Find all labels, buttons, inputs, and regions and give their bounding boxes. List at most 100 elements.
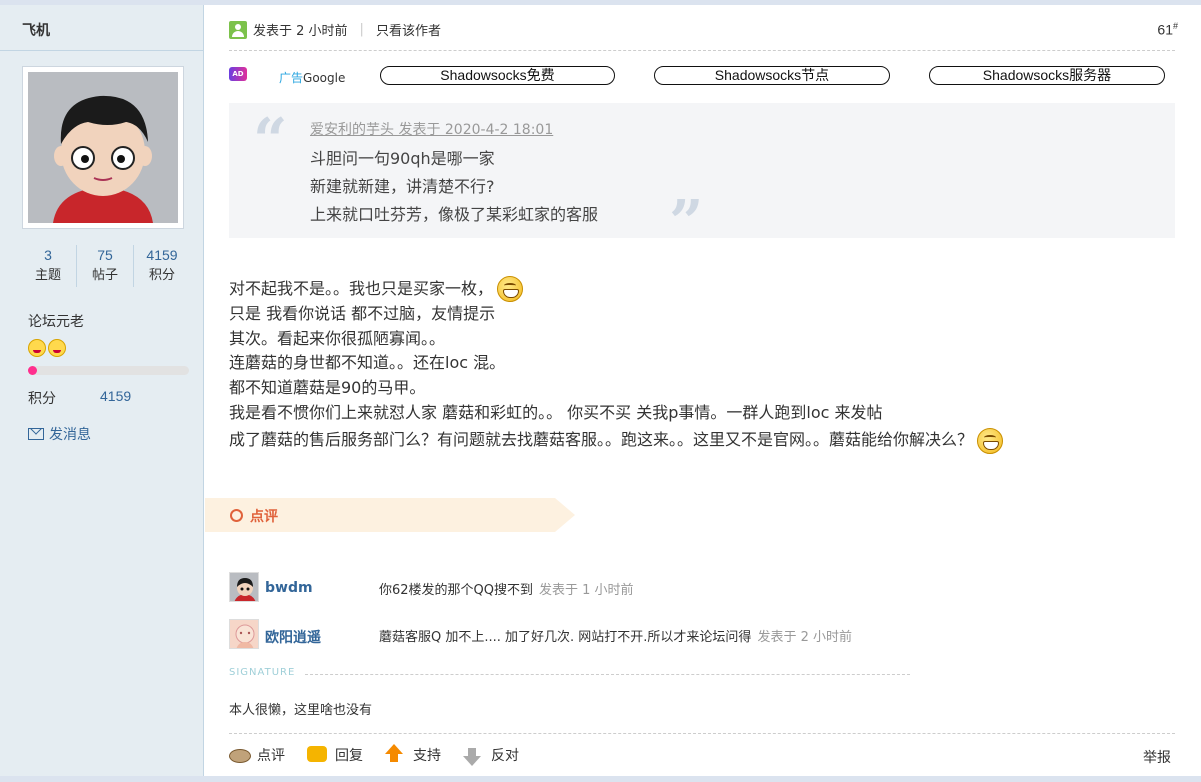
grin-emoji-icon [977, 427, 1004, 454]
author-name[interactable]: 飞机 [22, 20, 50, 40]
content-text: 其次。看起来你很孤陋寡闻。。 [229, 328, 446, 348]
bottom-border [0, 776, 1201, 782]
ad-row: AD 广告Google Shadowsocks免费 Shadowsocks节点 … [229, 65, 1179, 87]
comment-text: 蘑菇客服Q 加不上.... 加了好几次. 网站打不开.所以才来论坛问得 发表于 2… [379, 626, 852, 645]
stat-label: 帖子 [91, 268, 118, 283]
content-text: 都不知道蘑菇是90的马甲。 [229, 378, 426, 398]
stat-label: 主题 [34, 268, 61, 283]
action-label: 反对 [491, 748, 519, 764]
content-line: 我是看不惯你们上来就怼人家 蘑菇和彩虹的。。 你买不买 关我p事情。一群人跑到l… [229, 401, 1003, 426]
stat-topics[interactable]: 3 主题 [20, 245, 77, 287]
floor-number[interactable]: 61# [1157, 21, 1178, 38]
only-author-link[interactable]: 只看该作者 [376, 20, 441, 39]
arrow-up-icon [385, 744, 407, 764]
content-text: 成了蘑菇的售后服务部门么？有问题就去找蘑菇客服。。跑这来。。这里又不是官网。。蘑… [229, 430, 974, 450]
quote-block: “ 爱安利的芋头 发表于 2020-4-2 18:01 斗胆问一句90qh是哪一… [229, 103, 1175, 253]
action-label: 回复 [335, 748, 363, 764]
divider [229, 733, 1175, 734]
signature-text: 本人很懒，这里啥也没有 [229, 703, 373, 718]
rank-progress-fill [28, 366, 37, 375]
user-rank[interactable]: 论坛元老 [28, 311, 84, 331]
close-quote-icon: ” [669, 188, 704, 258]
grin-emoji-icon [497, 276, 524, 303]
action-label: 点评 [257, 748, 285, 764]
content-line: 都不知道蘑菇是90的马甲。 [229, 376, 1003, 401]
ad-badge-icon[interactable]: AD [229, 67, 247, 81]
open-quote-icon: “ [253, 106, 288, 176]
comment-button[interactable]: 点评 [229, 745, 285, 765]
ad-label-prefix: 广告 [279, 71, 304, 85]
post-content: 对不起我不是。。我也只是买家一枚， 只是 我看你说话 都不过脑，友情提示 其次。… [229, 276, 1004, 456]
comment-item: 欧阳逍遥 蘑菇客服Q 加不上.... 加了好几次. 网站打不开.所以才来论坛问得… [229, 619, 1175, 649]
comment-section-title: 点评 [250, 509, 278, 525]
content-text: 只是 我看你说话 都不过脑，友情提示 [229, 303, 496, 323]
report-link[interactable]: 举报 [1143, 747, 1171, 767]
author-sidebar: 飞机 3 主题 75 帖子 4159 积分 论坛元老 积分 4159 发消息 [0, 5, 204, 776]
ad-label: 广告Google [279, 69, 345, 86]
author-stats: 3 主题 75 帖子 4159 积分 [20, 245, 190, 287]
score-row: 积分 4159 [28, 388, 131, 408]
stat-value[interactable]: 4159 [134, 245, 190, 265]
stat-label: 积分 [148, 268, 175, 283]
coffee-cup-icon [229, 746, 251, 764]
rank-face-icon [48, 339, 66, 357]
quote-line: 新建就新建，讲清楚不行? [310, 177, 495, 196]
stat-points[interactable]: 4159 积分 [134, 245, 190, 287]
comment-body: 你62楼发的那个QQ搜不到 [379, 583, 534, 598]
divider [229, 50, 1175, 51]
separator: | [359, 22, 364, 37]
stat-posts[interactable]: 75 帖子 [77, 245, 134, 287]
score-value: 4159 [100, 388, 132, 404]
content-text: 连蘑菇的身世都不知道。。还在loc 混。 [229, 353, 506, 373]
downvote-button[interactable]: 反对 [463, 745, 519, 766]
speech-bubble-icon [307, 746, 329, 764]
quote-line: 斗胆问一句90qh是哪一家 [310, 149, 495, 168]
ad-label-brand: Google [303, 71, 346, 85]
content-line: 对不起我不是。。我也只是买家一枚， [229, 276, 1003, 303]
post-time: 发表于 2 小时前 [253, 24, 348, 39]
rank-progress-bar [28, 366, 189, 375]
content-line: 只是 我看你说话 都不过脑，友情提示 [229, 302, 1003, 327]
rank-face-icon [28, 339, 46, 357]
action-label: 支持 [413, 748, 441, 764]
content-line: 连蘑菇的身世都不知道。。还在loc 混。 [229, 351, 1003, 376]
send-message-link[interactable]: 发消息 [28, 424, 91, 444]
comment-item: bwdm 你62楼发的那个QQ搜不到 发表于 1 小时前 [229, 572, 1175, 602]
content-line: 成了蘑菇的售后服务部门么？有问题就去找蘑菇客服。。跑这来。。这里又不是官网。。蘑… [229, 426, 1004, 456]
content-text: 对不起我不是。。我也只是买家一枚， [229, 279, 494, 298]
comment-time: 发表于 2 小时前 [757, 630, 852, 645]
ad-link[interactable]: Shadowsocks节点 [654, 66, 890, 85]
content-text: 我是看不惯你们上来就怼人家 蘑菇和彩虹的。。 你买不买 关我p事情。一群人跑到l… [229, 402, 883, 422]
commenter-name[interactable]: 欧阳逍遥 [265, 627, 321, 647]
divider [305, 674, 910, 675]
upvote-button[interactable]: 支持 [385, 744, 441, 765]
post-actions: 点评 回复 支持 反对 [229, 744, 541, 766]
stat-value[interactable]: 75 [77, 245, 133, 265]
quote-line: 上来就口吐芬芳，像极了某彩虹家的客服 [310, 205, 599, 224]
quote-source[interactable]: 爱安利的芋头 发表于 2020-4-2 18:01 [310, 119, 553, 139]
rank-stars [28, 339, 66, 357]
mail-icon [28, 428, 44, 440]
arrow-down-icon [463, 746, 485, 766]
divider [0, 50, 203, 51]
post-header: 发表于 2 小时前 | 只看该作者 [229, 20, 441, 39]
post-main: 发表于 2 小时前 | 只看该作者 61# AD 广告Google Shadow… [205, 5, 1201, 776]
commenter-avatar[interactable] [229, 619, 259, 649]
stat-value[interactable]: 3 [20, 245, 76, 265]
signature-label: SIGNATURE [229, 667, 296, 678]
send-message-label: 发消息 [49, 427, 91, 443]
online-status-icon [229, 20, 247, 39]
avatar-image [28, 72, 178, 223]
avatar[interactable] [22, 66, 184, 229]
comment-text: 你62楼发的那个QQ搜不到 发表于 1 小时前 [379, 579, 634, 598]
commenter-avatar[interactable] [229, 572, 259, 602]
ad-link[interactable]: Shadowsocks免费 [380, 66, 615, 85]
reply-button[interactable]: 回复 [307, 745, 363, 765]
content-line: 其次。看起来你很孤陋寡闻。。 [229, 327, 1003, 352]
comment-section-header: 点评 [205, 498, 575, 532]
ad-link[interactable]: Shadowsocks服务器 [929, 66, 1165, 85]
commenter-name[interactable]: bwdm [265, 580, 313, 596]
comment-body: 蘑菇客服Q 加不上.... 加了好几次. 网站打不开.所以才来论坛问得 [379, 630, 752, 645]
score-label: 积分 [28, 391, 56, 407]
floor-value: 61 [1157, 21, 1173, 38]
